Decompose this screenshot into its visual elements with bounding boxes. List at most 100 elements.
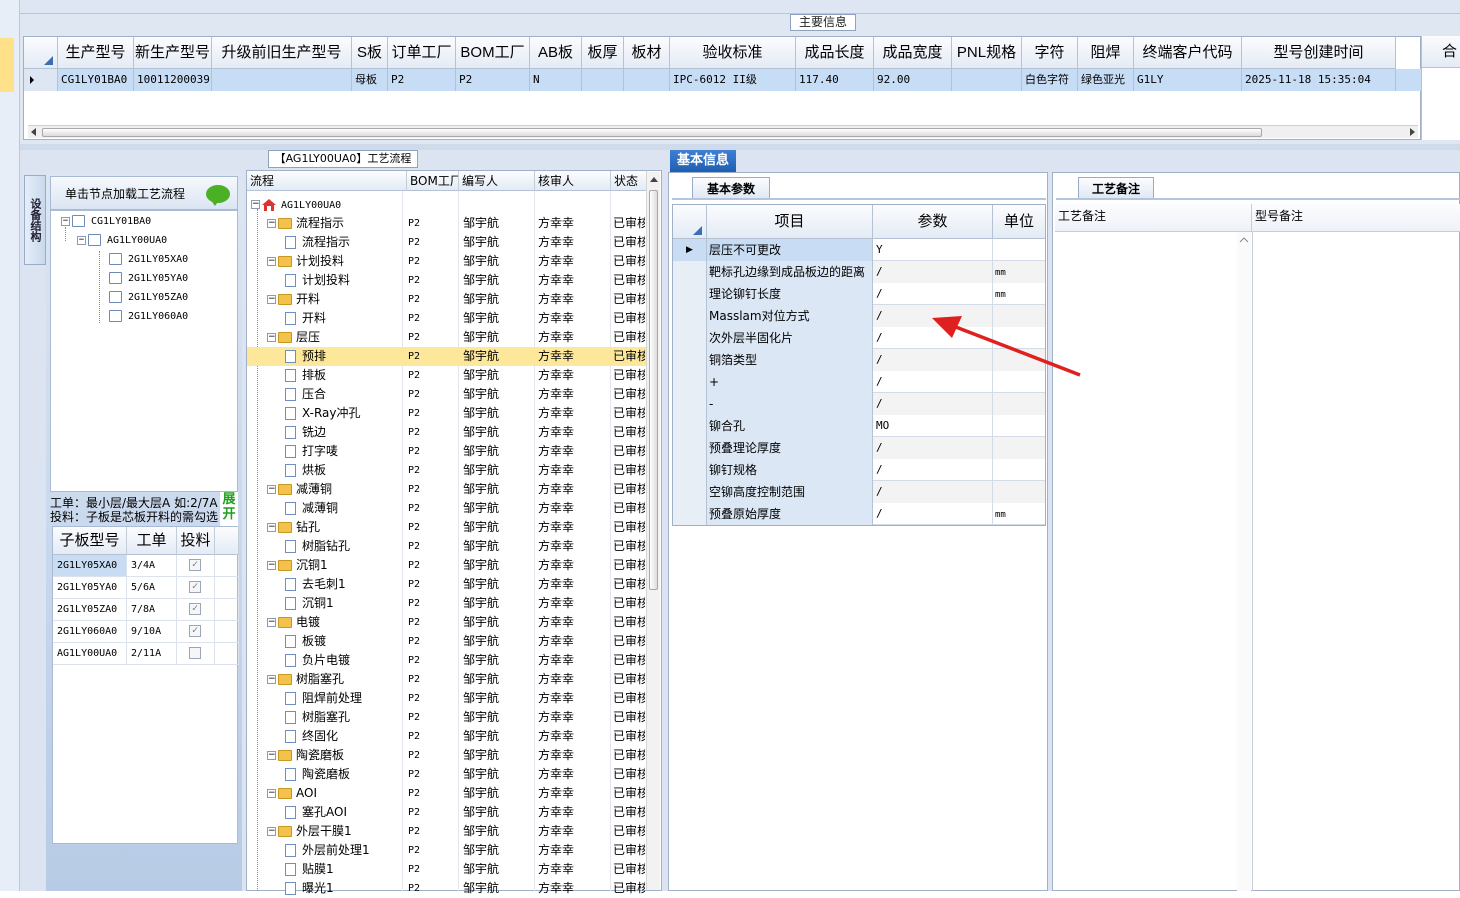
- process-row[interactable]: 曝光1 P2 邹宇航 方幸幸 已审核: [247, 879, 647, 898]
- column-header-10[interactable]: 成品长度: [796, 37, 874, 69]
- process-row[interactable]: 树脂塞孔 P2 邹宇航 方幸幸 已审核: [247, 708, 647, 727]
- row-indicator[interactable]: [673, 327, 707, 349]
- feed-checkbox[interactable]: [189, 647, 201, 659]
- column-header-submodel[interactable]: 子板型号: [53, 527, 127, 555]
- tab-craft-notes[interactable]: 工艺备注: [1078, 177, 1154, 199]
- column-header-item[interactable]: 项目: [707, 205, 873, 239]
- tree-node-root[interactable]: − CG1LY01BA0: [61, 213, 151, 231]
- feed-checkbox[interactable]: ✓: [189, 625, 201, 637]
- grid-cell[interactable]: IPC-6012 II级: [670, 69, 796, 91]
- column-header-checker[interactable]: 核审人: [535, 171, 611, 191]
- column-header-14[interactable]: 阻焊: [1078, 37, 1134, 69]
- grid-cell[interactable]: [582, 69, 624, 91]
- column-header-extra[interactable]: 合: [1422, 36, 1460, 68]
- process-row[interactable]: X-Ray冲孔 P2 邹宇航 方幸幸 已审核: [247, 404, 647, 423]
- subboard-model-cell[interactable]: 2G1LY05ZA0: [53, 599, 127, 621]
- grid-cell[interactable]: P2: [388, 69, 456, 91]
- subboard-model-cell[interactable]: 2G1LY060A0: [53, 621, 127, 643]
- column-header-order[interactable]: 工单: [127, 527, 177, 555]
- row-indicator[interactable]: [673, 481, 707, 503]
- subboard-order-cell[interactable]: 5/6A: [127, 577, 177, 599]
- column-header-15[interactable]: 终端客户代码: [1134, 37, 1242, 69]
- grid-cell[interactable]: [952, 69, 1022, 91]
- collapse-icon[interactable]: −: [267, 219, 276, 228]
- grid-cell[interactable]: 白色字符: [1022, 69, 1078, 91]
- tree-node-leaf[interactable]: 2G1LY05ZA0: [109, 289, 188, 307]
- process-row[interactable]: − 开料 P2 邹宇航 方幸幸 已审核: [247, 290, 647, 309]
- collapse-icon[interactable]: −: [267, 333, 276, 342]
- process-row[interactable]: 阻焊前处理 P2 邹宇航 方幸幸 已审核: [247, 689, 647, 708]
- param-value[interactable]: /: [873, 481, 993, 503]
- column-header-13[interactable]: 字符: [1022, 37, 1078, 69]
- param-row[interactable]: Masslam对位方式 /: [673, 305, 1045, 327]
- scroll-thumb[interactable]: [42, 128, 1262, 137]
- subboard-order-cell[interactable]: 9/10A: [127, 621, 177, 643]
- row-indicator[interactable]: [673, 437, 707, 459]
- process-row[interactable]: 打字唛 P2 邹宇航 方幸幸 已审核: [247, 442, 647, 461]
- row-indicator[interactable]: [673, 305, 707, 327]
- grid-cell[interactable]: G1LY: [1134, 69, 1242, 91]
- column-header-12[interactable]: PNL规格: [952, 37, 1022, 69]
- row-indicator[interactable]: [673, 459, 707, 481]
- process-row[interactable]: 铣边 P2 邹宇航 方幸幸 已审核: [247, 423, 647, 442]
- side-tab-device-structure[interactable]: 设备结构: [24, 175, 46, 265]
- process-row[interactable]: − 外层干膜1 P2 邹宇航 方幸幸 已审核: [247, 822, 647, 841]
- param-value[interactable]: Y: [873, 239, 993, 261]
- column-header-4[interactable]: 订单工厂: [388, 37, 456, 69]
- param-row[interactable]: 预叠原始厚度 / mm: [673, 503, 1045, 525]
- grid-cell[interactable]: 绿色亚光: [1078, 69, 1134, 91]
- process-row[interactable]: 流程指示 P2 邹宇航 方幸幸 已审核: [247, 233, 647, 252]
- row-indicator[interactable]: [673, 371, 707, 393]
- param-value[interactable]: MO: [873, 415, 993, 437]
- collapse-icon[interactable]: −: [251, 200, 260, 209]
- process-row[interactable]: − 沉铜1 P2 邹宇航 方幸幸 已审核: [247, 556, 647, 575]
- tree-node-child[interactable]: − AG1LY00UA0: [77, 232, 167, 250]
- tree-node-leaf[interactable]: 2G1LY05XA0: [109, 251, 188, 269]
- param-row[interactable]: - /: [673, 393, 1045, 415]
- param-value[interactable]: /: [873, 503, 993, 525]
- subboard-model-cell[interactable]: 2G1LY05XA0: [53, 555, 127, 577]
- process-row[interactable]: − 流程指示 P2 邹宇航 方幸幸 已审核: [247, 214, 647, 233]
- feed-checkbox[interactable]: ✓: [189, 581, 201, 593]
- process-row[interactable]: 树脂钻孔 P2 邹宇航 方幸幸 已审核: [247, 537, 647, 556]
- grid-cell[interactable]: [212, 69, 352, 91]
- param-row[interactable]: 靶标孔边缘到成品板边的距离 / mm: [673, 261, 1045, 283]
- param-row[interactable]: + /: [673, 371, 1045, 393]
- process-vscroll[interactable]: [646, 172, 660, 890]
- process-row[interactable]: 减薄铜 P2 邹宇航 方幸幸 已审核: [247, 499, 647, 518]
- subboard-feed-cell[interactable]: ✓: [177, 555, 215, 577]
- param-row[interactable]: 铆钉规格 /: [673, 459, 1045, 481]
- process-row[interactable]: − 电镀 P2 邹宇航 方幸幸 已审核: [247, 613, 647, 632]
- scroll-thumb[interactable]: [649, 190, 658, 590]
- process-row[interactable]: 压合 P2 邹宇航 方幸幸 已审核: [247, 385, 647, 404]
- row-indicator[interactable]: ▶: [673, 239, 707, 261]
- subboard-order-cell[interactable]: 3/4A: [127, 555, 177, 577]
- row-indicator[interactable]: [673, 415, 707, 437]
- subboard-feed-cell[interactable]: ✓: [177, 577, 215, 599]
- grid-cell[interactable]: N: [530, 69, 582, 91]
- collapse-icon[interactable]: −: [267, 485, 276, 494]
- param-value[interactable]: /: [873, 327, 993, 349]
- column-header-1[interactable]: 新生产型号: [134, 37, 212, 69]
- process-row[interactable]: 去毛刺1 P2 邹宇航 方幸幸 已审核: [247, 575, 647, 594]
- collapse-icon[interactable]: −: [267, 257, 276, 266]
- column-header-2[interactable]: 升级前旧生产型号: [212, 37, 352, 69]
- param-value[interactable]: /: [873, 261, 993, 283]
- subboard-blank-cell[interactable]: [215, 577, 239, 599]
- subboard-feed-cell[interactable]: ✓: [177, 599, 215, 621]
- basic-info-title[interactable]: 基本信息: [670, 150, 736, 172]
- grid-cell[interactable]: 2025-11-18 15:35:04: [1242, 69, 1396, 91]
- process-row[interactable]: 开料 P2 邹宇航 方幸幸 已审核: [247, 309, 647, 328]
- process-row[interactable]: 计划投料 P2 邹宇航 方幸幸 已审核: [247, 271, 647, 290]
- collapse-icon[interactable]: −: [267, 295, 276, 304]
- column-header-9[interactable]: 验收标准: [670, 37, 796, 69]
- process-row[interactable]: 沉铜1 P2 邹宇航 方幸幸 已审核: [247, 594, 647, 613]
- process-row[interactable]: 排板 P2 邹宇航 方幸幸 已审核: [247, 366, 647, 385]
- grid-cell[interactable]: P2: [456, 69, 530, 91]
- collapse-icon[interactable]: −: [267, 618, 276, 627]
- param-value[interactable]: /: [873, 305, 993, 327]
- grid-cell[interactable]: 母板: [352, 69, 388, 91]
- feed-checkbox[interactable]: ✓: [189, 603, 201, 615]
- process-row[interactable]: 负片电镀 P2 邹宇航 方幸幸 已审核: [247, 651, 647, 670]
- column-header-writer[interactable]: 编写人: [459, 171, 535, 191]
